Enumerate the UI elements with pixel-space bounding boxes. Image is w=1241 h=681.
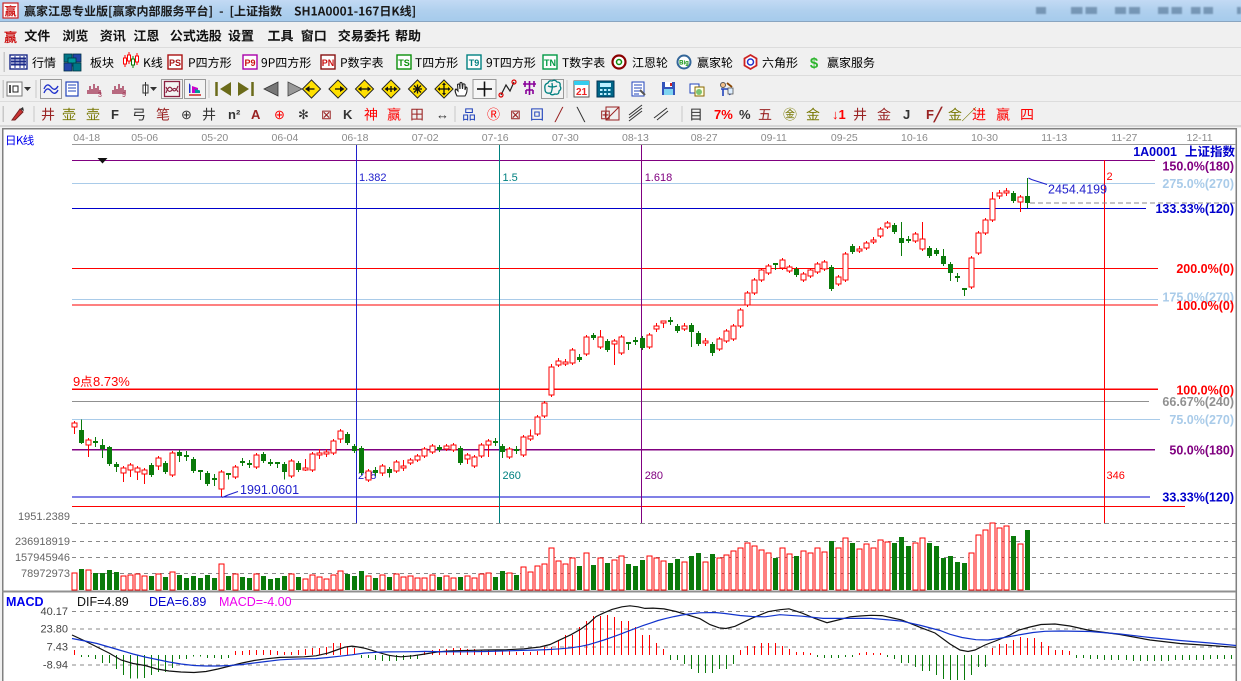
- svg-text:05-20: 05-20: [201, 132, 228, 144]
- svg-text:PN: PN: [322, 58, 335, 68]
- svg-text:11-27: 11-27: [1111, 132, 1137, 144]
- svg-text:06-04: 06-04: [272, 132, 299, 144]
- svg-text:$: $: [810, 55, 819, 72]
- svg-text:1951.2389: 1951.2389: [18, 511, 70, 523]
- svg-text:7.43: 7.43: [47, 642, 68, 654]
- svg-text:1991.0601: 1991.0601: [240, 483, 299, 497]
- svg-text:3: 3: [98, 92, 102, 99]
- svg-text:P9: P9: [244, 58, 255, 68]
- svg-text:12-11: 12-11: [1187, 132, 1213, 144]
- svg-text:04-18: 04-18: [73, 132, 100, 144]
- svg-text:F╱: F╱: [926, 106, 943, 123]
- svg-text:✻: ✻: [298, 107, 309, 122]
- svg-text:07-16: 07-16: [482, 132, 509, 144]
- svg-text:08-27: 08-27: [691, 132, 718, 144]
- svg-text:346: 346: [1107, 470, 1125, 482]
- svg-text:1.618: 1.618: [645, 172, 673, 184]
- svg-text:33.33%(120): 33.33%(120): [1162, 491, 1234, 505]
- svg-text:⊕: ⊕: [274, 107, 285, 122]
- svg-text:2454.4199: 2454.4199: [1048, 183, 1107, 197]
- svg-text:A: A: [251, 107, 261, 122]
- svg-text:1.5: 1.5: [503, 172, 518, 184]
- svg-text:10-16: 10-16: [901, 132, 928, 144]
- svg-text:⊠: ⊠: [321, 107, 332, 122]
- svg-text:06-18: 06-18: [342, 132, 369, 144]
- svg-text:%: %: [739, 107, 751, 122]
- svg-text:10-30: 10-30: [971, 132, 998, 144]
- svg-text:236918919: 236918919: [15, 536, 70, 548]
- svg-text:133.33%(120): 133.33%(120): [1155, 202, 1234, 216]
- svg-text:DIF=4.89: DIF=4.89: [77, 595, 129, 609]
- svg-text:7%: 7%: [714, 107, 733, 122]
- svg-text:⊕: ⊕: [181, 107, 192, 122]
- svg-text:09-11: 09-11: [761, 132, 787, 144]
- svg-text:2: 2: [1107, 171, 1113, 183]
- svg-text:Big: Big: [679, 61, 689, 67]
- svg-text:↓1: ↓1: [832, 107, 846, 122]
- svg-text:05-06: 05-06: [131, 132, 158, 144]
- svg-text:MACD=-4.00: MACD=-4.00: [219, 595, 292, 609]
- svg-text:F: F: [111, 107, 119, 122]
- svg-text:-8.94: -8.94: [43, 660, 68, 672]
- svg-text:⊠: ⊠: [510, 107, 521, 122]
- svg-text:08-13: 08-13: [622, 132, 649, 144]
- svg-text:1A0001: 1A0001: [1133, 145, 1177, 159]
- svg-text:╲: ╲: [576, 106, 586, 123]
- svg-text:280: 280: [645, 470, 663, 482]
- svg-text:1.382: 1.382: [359, 172, 387, 184]
- svg-text:↔: ↔: [436, 107, 449, 122]
- svg-text:J: J: [903, 107, 910, 122]
- svg-text:09-25: 09-25: [831, 132, 858, 144]
- svg-text:100.0%(0): 100.0%(0): [1176, 299, 1234, 313]
- svg-text:07-02: 07-02: [412, 132, 439, 144]
- svg-text:66.67%(240): 66.67%(240): [1162, 395, 1234, 409]
- svg-text:DEA=6.89: DEA=6.89: [149, 595, 206, 609]
- svg-text:K: K: [343, 107, 353, 122]
- svg-text:260: 260: [503, 470, 521, 482]
- svg-text:9: 9: [73, 374, 80, 389]
- svg-text:TN: TN: [544, 58, 556, 68]
- svg-text:275.0%(270): 275.0%(270): [1162, 177, 1234, 191]
- svg-text:150.0%(180): 150.0%(180): [1162, 160, 1234, 174]
- svg-text:TS: TS: [398, 58, 410, 68]
- svg-text:50.0%(180): 50.0%(180): [1169, 444, 1234, 458]
- svg-text:21: 21: [576, 87, 588, 98]
- svg-text:11-13: 11-13: [1041, 132, 1067, 144]
- svg-text:PS: PS: [169, 58, 181, 68]
- svg-text:40.17: 40.17: [40, 606, 68, 618]
- svg-text:Ⓡ: Ⓡ: [487, 107, 500, 122]
- svg-text:9: 9: [122, 92, 126, 99]
- svg-text:MACD: MACD: [6, 595, 44, 609]
- svg-text:8.73%: 8.73%: [93, 374, 130, 389]
- svg-text:75.0%(270): 75.0%(270): [1169, 413, 1234, 427]
- svg-text:23.80: 23.80: [40, 624, 68, 636]
- svg-text:n²: n²: [228, 107, 241, 122]
- svg-text:╱: ╱: [554, 106, 564, 123]
- svg-text:07-30: 07-30: [552, 132, 579, 144]
- svg-text:T9: T9: [469, 58, 480, 68]
- svg-text:157945946: 157945946: [15, 552, 70, 564]
- svg-text:78972973: 78972973: [21, 568, 70, 580]
- svg-text:200.0%(0): 200.0%(0): [1176, 262, 1234, 276]
